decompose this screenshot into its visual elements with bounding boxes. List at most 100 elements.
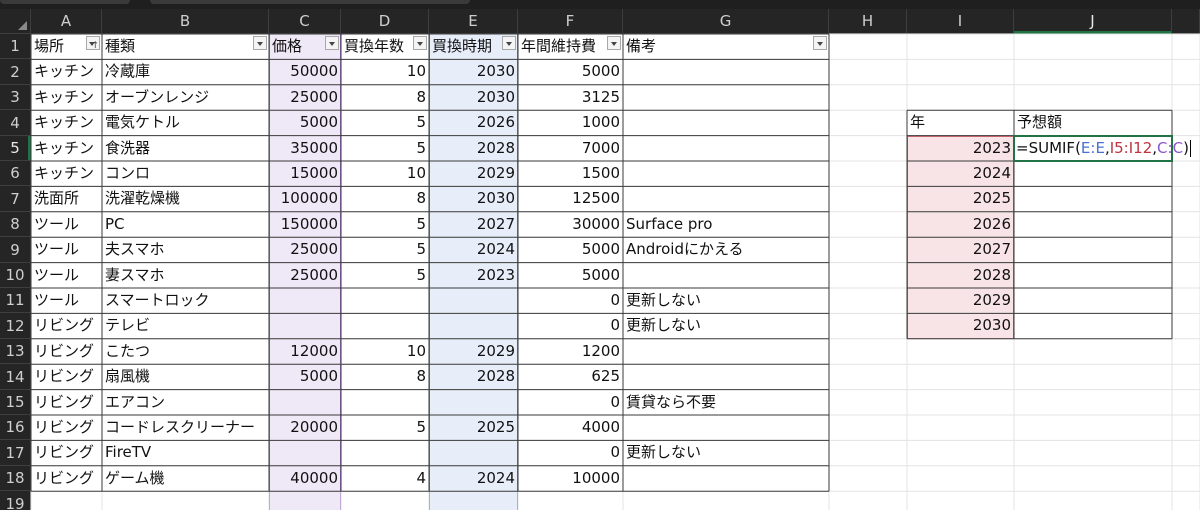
table-cell[interactable] xyxy=(623,186,829,211)
row-header-14[interactable]: 14 xyxy=(0,364,31,390)
table-cell[interactable]: 0 xyxy=(518,313,623,338)
table-cell[interactable]: 12500 xyxy=(518,186,623,211)
table-cell[interactable]: 3125 xyxy=(518,85,623,110)
table-cell[interactable]: リビング xyxy=(31,313,102,338)
header-price[interactable]: 価格 xyxy=(269,34,341,59)
row-header-19[interactable]: 19 xyxy=(0,491,31,510)
table-cell[interactable]: ツール xyxy=(31,263,102,288)
row-header-5[interactable]: 5 xyxy=(0,136,31,161)
table-cell[interactable] xyxy=(623,415,829,440)
table-cell[interactable]: 150000 xyxy=(269,212,341,237)
table-cell[interactable]: 夫スマホ xyxy=(102,237,269,262)
table-cell[interactable] xyxy=(269,288,341,313)
table-cell[interactable] xyxy=(623,110,829,135)
table-cell[interactable]: 2023 xyxy=(429,263,518,288)
table-cell[interactable]: 25000 xyxy=(269,263,341,288)
table-cell[interactable]: 100000 xyxy=(269,186,341,211)
table-cell[interactable]: 10 xyxy=(341,59,429,84)
column-header-i[interactable]: I xyxy=(907,9,1014,34)
column-header-j[interactable]: J xyxy=(1014,9,1172,34)
header-annual-cost[interactable]: 年間維持費 xyxy=(518,34,623,59)
column-header-b[interactable]: B xyxy=(102,9,269,34)
table-cell[interactable]: 10 xyxy=(341,161,429,186)
table-cell[interactable]: 8 xyxy=(341,186,429,211)
table-cell[interactable]: 2029 xyxy=(429,161,518,186)
column-header-g[interactable]: G xyxy=(623,9,829,34)
row-header-13[interactable]: 13 xyxy=(0,339,31,364)
table-cell[interactable]: 2024 xyxy=(429,466,518,491)
filter-dropdown-icon[interactable] xyxy=(813,36,827,50)
header-replace-period[interactable]: 買換時期 xyxy=(429,34,518,59)
table-cell[interactable]: 35000 xyxy=(269,136,341,161)
table-cell[interactable]: エアコン xyxy=(102,390,269,415)
row-header-9[interactable]: 9 xyxy=(0,237,31,263)
table-cell[interactable]: テレビ xyxy=(102,313,269,338)
table-cell[interactable] xyxy=(623,136,829,161)
table-cell[interactable]: 2026 xyxy=(429,110,518,135)
table-cell[interactable]: 洗濯乾燥機 xyxy=(102,186,269,211)
table-cell[interactable]: 2028 xyxy=(429,136,518,161)
table-cell[interactable]: キッチン xyxy=(31,136,102,161)
table-cell[interactable]: 5 xyxy=(341,263,429,288)
table-cell[interactable] xyxy=(623,364,829,389)
table-cell[interactable]: スマートロック xyxy=(102,288,269,313)
table-cell[interactable]: キッチン xyxy=(31,161,102,186)
filter-dropdown-icon[interactable] xyxy=(502,36,516,50)
row-header-1[interactable]: 1 xyxy=(0,34,31,59)
forecast-header-amount[interactable]: 予想額 xyxy=(1014,110,1172,135)
table-cell[interactable]: 電気ケトル xyxy=(102,110,269,135)
table-cell[interactable]: 0 xyxy=(518,440,623,465)
table-cell[interactable] xyxy=(623,339,829,364)
table-cell[interactable] xyxy=(341,288,429,313)
forecast-header-year[interactable]: 年 xyxy=(907,110,1014,135)
table-cell[interactable] xyxy=(623,59,829,84)
row-header-3[interactable]: 3 xyxy=(0,85,31,110)
row-header-12[interactable]: 12 xyxy=(0,313,31,339)
table-cell[interactable]: 20000 xyxy=(269,415,341,440)
column-header-d[interactable]: D xyxy=(341,9,429,34)
table-cell[interactable] xyxy=(429,288,518,313)
table-cell[interactable]: 2030 xyxy=(429,59,518,84)
forecast-year-cell[interactable]: 2027 xyxy=(907,237,1014,262)
table-cell[interactable] xyxy=(623,466,829,491)
table-cell[interactable]: FireTV xyxy=(102,440,269,465)
table-cell[interactable] xyxy=(623,263,829,288)
row-header-15[interactable]: 15 xyxy=(0,390,31,415)
header-type[interactable]: 種類 xyxy=(102,34,269,59)
window-tab[interactable] xyxy=(0,0,130,4)
table-cell[interactable] xyxy=(623,85,829,110)
table-cell[interactable]: 更新しない xyxy=(623,288,829,313)
table-cell[interactable] xyxy=(429,390,518,415)
header-replace-years[interactable]: 買換年数 xyxy=(341,34,429,59)
forecast-year-cell[interactable]: 2028 xyxy=(907,263,1014,288)
table-cell[interactable]: 0 xyxy=(518,390,623,415)
select-all-corner[interactable] xyxy=(0,9,31,34)
column-header-a[interactable]: A xyxy=(31,9,102,34)
table-cell[interactable] xyxy=(269,390,341,415)
table-cell[interactable] xyxy=(429,440,518,465)
table-cell[interactable]: Surface pro xyxy=(623,212,829,237)
table-cell[interactable]: 食洗器 xyxy=(102,136,269,161)
row-header-17[interactable]: 17 xyxy=(0,440,31,466)
table-cell[interactable]: オーブンレンジ xyxy=(102,85,269,110)
table-cell[interactable]: 8 xyxy=(341,85,429,110)
forecast-year-cell[interactable]: 2026 xyxy=(907,212,1014,237)
row-header-8[interactable]: 8 xyxy=(0,212,31,237)
table-cell[interactable]: 0 xyxy=(518,288,623,313)
forecast-year-cell[interactable]: 2024 xyxy=(907,161,1014,186)
table-cell[interactable]: 2027 xyxy=(429,212,518,237)
table-cell[interactable]: Androidにかえる xyxy=(623,237,829,262)
table-cell[interactable]: 1500 xyxy=(518,161,623,186)
table-cell[interactable]: リビング xyxy=(31,415,102,440)
table-cell[interactable] xyxy=(269,440,341,465)
table-cell[interactable]: リビング xyxy=(31,364,102,389)
table-cell[interactable]: 1200 xyxy=(518,339,623,364)
table-cell[interactable]: 更新しない xyxy=(623,313,829,338)
table-cell[interactable]: ツール xyxy=(31,237,102,262)
table-cell[interactable] xyxy=(341,440,429,465)
table-cell[interactable]: 10000 xyxy=(518,466,623,491)
table-cell[interactable]: 5000 xyxy=(518,59,623,84)
table-cell[interactable]: 2028 xyxy=(429,364,518,389)
table-cell[interactable]: リビング xyxy=(31,440,102,465)
column-header-f[interactable]: F xyxy=(518,9,623,34)
